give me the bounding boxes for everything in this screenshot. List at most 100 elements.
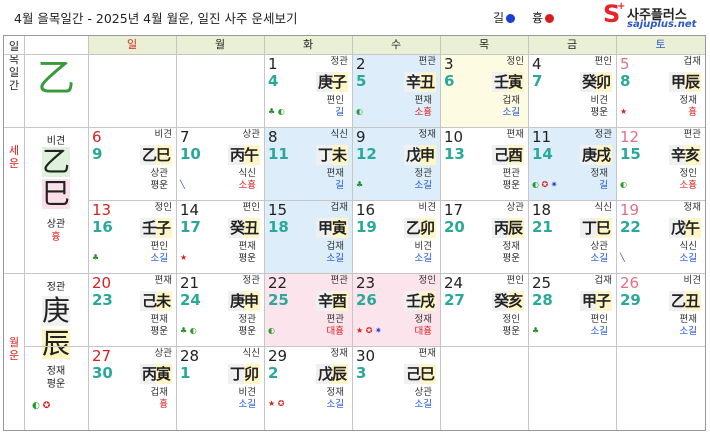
clover-icon: ♣ [268,107,278,116]
ten-god-bottom: 편관 [326,314,344,325]
se-un-ji: 巳 [42,177,71,210]
ganzhi: 甲子 [579,291,612,311]
day-cell[interactable]: 21 24 정관 庚申 정관 평운 ♣ ◐ [177,274,264,346]
lunar-number: 28 [532,291,553,309]
day-cell[interactable]: 18 21 식신 丁巳 상관 소길 [529,201,616,273]
day-number: 29 [268,347,288,365]
ten-god-top: 편재 [506,129,524,140]
day-cell[interactable]: 9 12 정재 戊申 정관 소길 ♣ [353,128,440,200]
calendar-grid: 일 목 일 간 乙 세 운 비견 乙巳 상관 흉 월 운 정관 庚辰 정재 평운 ◐ ✪ 일 월 화 수 목 금 토 1 4 정관 庚子… [3,35,706,431]
fortune-label: 길 [599,180,608,191]
day-number: 5 [620,55,630,73]
ganzhi: 丙寅 [139,364,172,384]
day-cell[interactable]: 14 17 편인 癸丑 편재 평운 ★ [177,201,264,273]
clover-icon: ♣ [356,180,364,189]
ganzhi: 戊辰 [315,364,348,384]
ten-god-bottom: 편재 [150,314,168,325]
day-cell[interactable]: 12 15 편관 辛亥 정인 소흉 ◐ [617,128,705,200]
day-cell[interactable]: 17 20 상관 丙辰 정재 평운 [441,201,528,273]
fortune-label: 소길 [414,180,432,191]
se-un-label: 세운 [4,144,24,170]
legend-hung-label: 흉 [532,11,544,25]
fortune-label: 흉 [159,399,168,410]
ganzhi: 庚申 [227,291,260,311]
day-cell[interactable]: 19 22 정재 戊午 식신 소길 ╲ [617,201,705,273]
ten-god-bottom: 편재 [238,241,256,252]
fortune-label: 소흉 [414,107,432,118]
day-number: 7 [180,128,190,146]
ten-god-top: 겁재 [330,202,348,213]
ten-god-bottom: 비견 [238,387,256,398]
star-icon: ★ [268,399,278,408]
weekday-header: 토 [616,36,705,54]
ten-god-top: 편관 [683,129,701,140]
day-cell[interactable]: 25 28 겁재 甲子 편인 소길 ♣ [529,274,616,346]
day-cell[interactable]: 24 27 편인 癸亥 정인 평운 [441,274,528,346]
fortune-icons: ★ ✪ [268,399,284,409]
day-cell[interactable]: 5 8 겁재 甲辰 정재 흉 ★ [617,55,705,127]
ten-god-top: 정재 [683,202,701,213]
ganzhi: 丙午 [227,145,260,165]
day-number: 22 [268,274,288,292]
ganzhi: 己未 [139,291,172,311]
day-cell[interactable]: 29 2 정재 戊辰 정재 소길 ★ ✪ [265,347,352,419]
ganzhi: 丁巳 [579,218,612,238]
ten-god-top: 편재 [418,348,436,359]
site-logo[interactable]: S + 사주플러스 sajuplus.net [603,0,707,32]
ten-god-bottom: 식신 [679,241,697,252]
weekday-header: 화 [264,36,352,54]
day-cell[interactable]: 28 1 식신 丁卯 비견 소길 [177,347,264,419]
day-cell[interactable]: 23 26 정인 壬戌 정재 대흉 ★ ✪ ✷ [353,274,440,346]
day-cell[interactable]: 11 14 정관 庚戌 정재 길 ◐ ✪ ✷ [529,128,616,200]
day-cell[interactable]: 13 16 정인 壬子 편인 소길 ♣ [89,201,176,273]
lunar-number: 9 [92,145,103,163]
lunar-number: 30 [92,364,113,382]
day-cell[interactable]: 3 6 정인 壬寅 겁재 소길 [441,55,528,127]
day-cell[interactable]: 27 30 상관 丙寅 겁재 흉 [89,347,176,419]
day-cell[interactable]: 20 23 편재 己未 편재 평운 [89,274,176,346]
day-number: 10 [444,128,464,146]
day-number: 17 [444,201,464,219]
day-cell[interactable]: 15 18 겁재 甲寅 겁재 소길 [265,201,352,273]
ten-god-top: 편인 [242,202,260,213]
day-cell[interactable]: 16 19 비견 乙卯 비견 소길 [353,201,440,273]
day-cell[interactable]: 6 9 비견 乙巳 상관 평운 [89,128,176,200]
fortune-icons: ♣ ◐ [268,107,285,117]
fortune-label: 평운 [150,180,168,191]
fortune-label: 소길 [502,107,520,118]
fortune-label: 소길 [414,399,432,410]
ganzhi: 辛酉 [315,291,348,311]
wol-un-label: 월운 [4,336,24,362]
ten-god-top: 식신 [330,129,348,140]
day-number: 14 [180,201,200,219]
day-cell[interactable]: 10 13 편재 己酉 편관 평운 [441,128,528,200]
day-cell[interactable]: 22 25 편관 辛酉 편관 대흉 ◐ [265,274,352,346]
sparkle-icon: ✷ [550,180,558,189]
day-cell[interactable]: 2 5 편관 辛丑 편재 소흉 ◐ [353,55,440,127]
day-number: 8 [268,128,278,146]
ten-god-top: 상관 [154,348,172,359]
lunar-number: 10 [180,145,201,163]
day-number: 30 [356,347,376,365]
ten-god-bottom: 겁재 [150,387,168,398]
ten-god-bottom: 정인 [502,314,520,325]
il-gan-hanja: 乙 [36,56,75,100]
day-cell[interactable]: 8 11 식신 丁未 편재 길 [265,128,352,200]
lunar-number: 2 [268,364,279,382]
day-cell[interactable]: 1 4 정관 庚子 편인 길 ♣ ◐ [265,55,352,127]
lunar-number: 7 [532,72,543,90]
se-un-char: 세 [8,144,20,157]
day-number: 26 [620,274,640,292]
weekday-header: 월 [176,36,264,54]
day-cell[interactable]: 30 3 편재 己巳 상관 소길 [353,347,440,419]
logo-plus-icon: + [617,1,626,12]
day-cell[interactable]: 4 7 편인 癸卯 비견 평운 [529,55,616,127]
day-cell[interactable]: 7 10 상관 丙午 식신 소흉 ╲ [177,128,264,200]
fortune-label: 소흉 [679,180,697,191]
day-number: 20 [92,274,112,292]
day-cell[interactable]: 26 29 비견 乙丑 편재 소길 [617,274,705,346]
fortune-icons: ◐ [620,180,627,190]
day-number: 16 [356,201,376,219]
lunar-number: 17 [180,218,201,236]
ten-god-bottom: 비견 [414,241,432,252]
